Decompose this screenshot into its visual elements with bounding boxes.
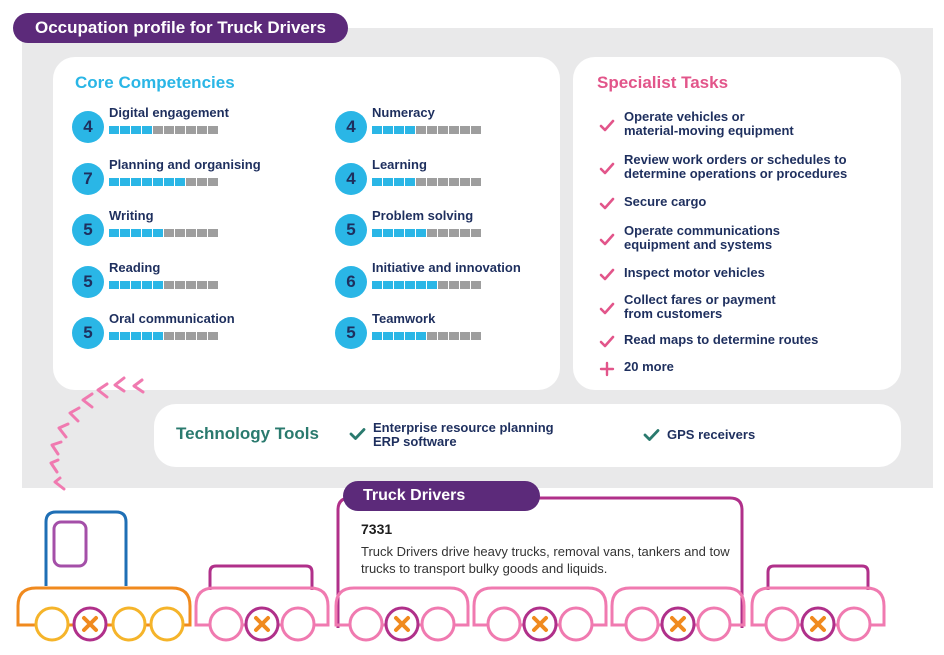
- wheel: [420, 606, 456, 642]
- occupation-name-pill: Truck Drivers: [343, 481, 540, 511]
- wheel: [696, 606, 732, 642]
- wagon-roof: [208, 564, 314, 590]
- wheel: [836, 606, 872, 642]
- wheel: [111, 606, 147, 642]
- chevron-trail: [49, 376, 145, 491]
- wheel: [558, 606, 594, 642]
- wheel: [34, 606, 70, 642]
- wheel: [486, 606, 522, 642]
- wheel: [624, 606, 660, 642]
- wheel: [348, 606, 384, 642]
- occupation-code: 7331: [361, 521, 393, 537]
- occupation-description: Truck Drivers drive heavy trucks, remova…: [361, 544, 730, 576]
- wagon-roof: [766, 564, 870, 590]
- locomotive-window: [52, 520, 88, 568]
- wheel: [764, 606, 800, 642]
- wheel: [280, 606, 316, 642]
- wheel: [149, 606, 185, 642]
- wheel: [208, 606, 244, 642]
